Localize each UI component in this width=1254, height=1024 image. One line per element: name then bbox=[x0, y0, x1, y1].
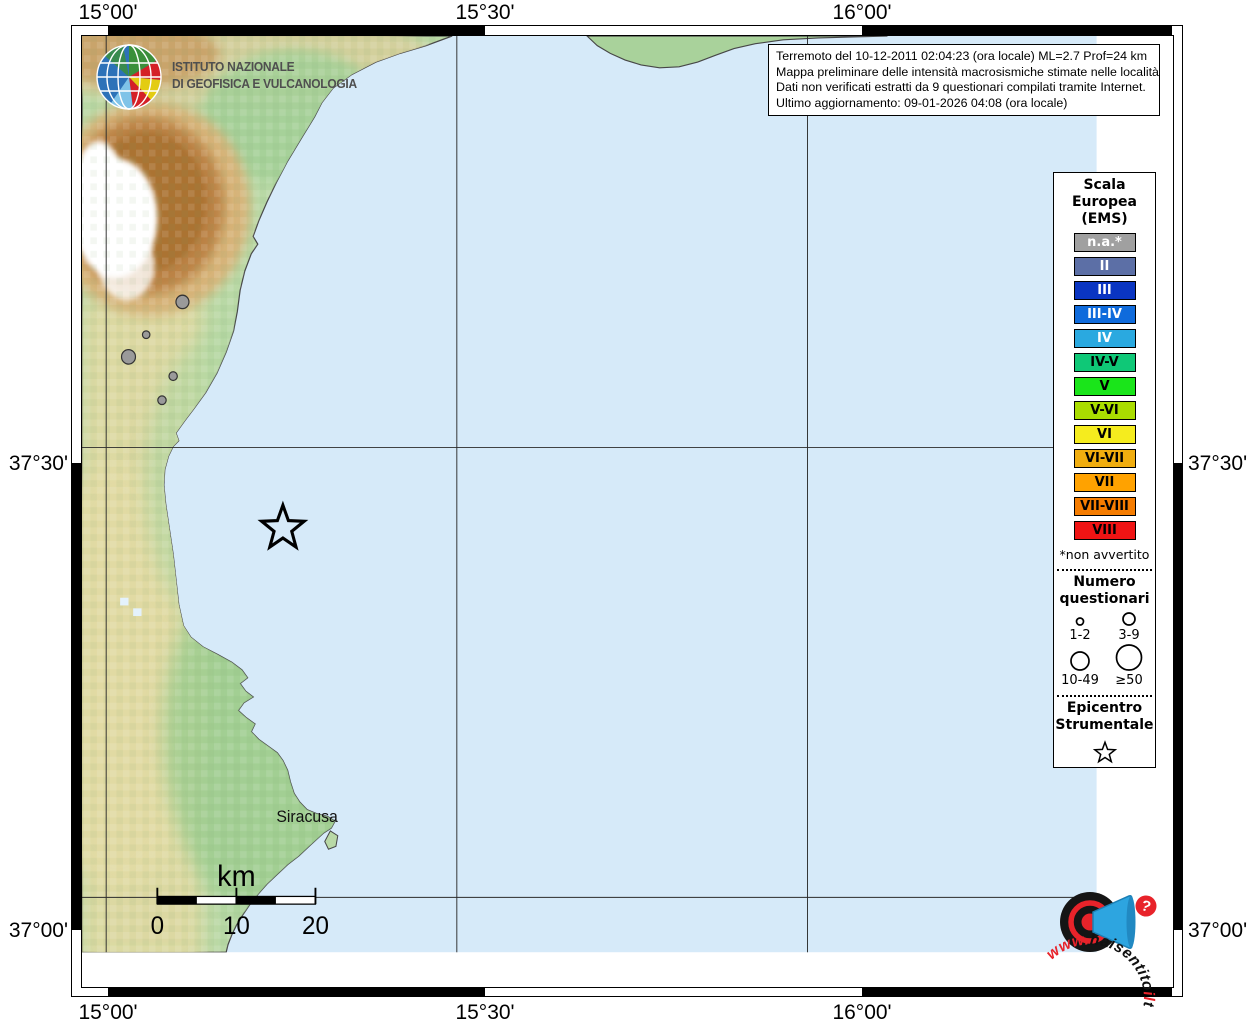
questionnaire-class-label: 3-9 bbox=[1118, 628, 1139, 643]
questionnaire-circle-icon bbox=[1063, 650, 1097, 672]
ems-footnote: *non avvertito bbox=[1060, 547, 1150, 562]
ingv-globe-logo bbox=[95, 43, 165, 113]
ems-swatch-iv: IV bbox=[1074, 329, 1136, 348]
legend-title-line: Europea bbox=[1072, 194, 1137, 211]
ems-swatch-viii: VIII bbox=[1074, 521, 1136, 540]
info-line-data: Dati non verificati estratti da 9 questi… bbox=[776, 80, 1152, 96]
ems-scale: n.a.*IIIIIIII-IVIVIV-VVV-VIVIVI-VIIVIIVI… bbox=[1074, 228, 1136, 540]
questionnaire-class: 10-49 bbox=[1061, 643, 1099, 688]
questionnaire-circle-icon bbox=[1112, 643, 1146, 672]
macroseismic-map-page: km 0 10 20 Siracusa 15°00' 15°30 bbox=[0, 0, 1254, 1024]
info-line-updated: Ultimo aggiornamento: 09-01-2026 04:08 (… bbox=[776, 96, 1152, 112]
questionnaire-class-label: ≥50 bbox=[1115, 673, 1142, 688]
questionnaire-size-legend: 1-2 3-9 10-49 ≥50 bbox=[1057, 611, 1153, 688]
epicenter-legend-star-icon bbox=[1090, 739, 1120, 767]
legend-title-line: Epicentro bbox=[1055, 700, 1153, 717]
ems-swatch-viiviii: VII-VIII bbox=[1074, 497, 1136, 516]
ems-swatch-iii: III bbox=[1074, 281, 1136, 300]
ems-swatch-vvi: V-VI bbox=[1074, 401, 1136, 420]
axis-label-top-16-00: 16°00' bbox=[807, 1, 917, 25]
ems-swatch-na: n.a.* bbox=[1074, 233, 1136, 252]
legend-separator bbox=[1057, 569, 1152, 571]
ingv-logo-line1: ISTITUTO NAZIONALE bbox=[172, 58, 357, 75]
axis-label-left-37-00: 37°00' bbox=[0, 919, 68, 943]
ingv-logo-text: ISTITUTO NAZIONALE DI GEOFISICA E VULCAN… bbox=[172, 58, 357, 92]
legend-title: ScalaEuropea(EMS) bbox=[1072, 177, 1137, 228]
axis-label-bottom-15-00: 15°00' bbox=[53, 1001, 163, 1024]
legend-title-line: Strumentale bbox=[1055, 717, 1153, 734]
legend-title-line: Numero bbox=[1059, 574, 1149, 591]
ems-swatch-ii: II bbox=[1074, 257, 1136, 276]
ems-swatch-ivv: IV-V bbox=[1074, 353, 1136, 372]
logo-url-part: haisentito bbox=[1089, 931, 1156, 992]
ems-swatch-v: V bbox=[1074, 377, 1136, 396]
questionnaire-circle-icon bbox=[1063, 616, 1097, 627]
epicenter-legend-title: EpicentroStrumentale bbox=[1055, 700, 1153, 734]
legend-title-line: (EMS) bbox=[1072, 211, 1137, 228]
questionnaire-class-label: 10-49 bbox=[1061, 673, 1099, 688]
info-line-map: Mappa preliminare delle intensità macros… bbox=[776, 65, 1152, 81]
earthquake-info-box: Terremoto del 10-12-2011 02:04:23 (ora l… bbox=[768, 44, 1160, 116]
haisentitoilterremoto-logo: ? www.haisentitoilterremoto.it bbox=[1007, 842, 1177, 1007]
legend-title-line: questionari bbox=[1059, 591, 1149, 608]
logo-url-part: il bbox=[1140, 991, 1157, 1002]
legend-title-line: Scala bbox=[1072, 177, 1137, 194]
ems-swatch-vii: VII bbox=[1074, 473, 1136, 492]
legend-separator bbox=[1057, 695, 1152, 697]
axis-label-right-37-00: 37°00' bbox=[1188, 919, 1254, 943]
ems-swatch-vivii: VI-VII bbox=[1074, 449, 1136, 468]
axis-label-top-15-30: 15°30' bbox=[430, 1, 540, 25]
ems-swatch-iiiiv: III-IV bbox=[1074, 305, 1136, 324]
legend-panel: ScalaEuropea(EMS) n.a.*IIIIIIII-IVIVIV-V… bbox=[1053, 172, 1156, 768]
questionnaire-legend-title: Numeroquestionari bbox=[1059, 574, 1149, 608]
ems-swatch-vi: VI bbox=[1074, 425, 1136, 444]
info-line-event: Terremoto del 10-12-2011 02:04:23 (ora l… bbox=[776, 49, 1152, 65]
ingv-logo-line2: DI GEOFISICA E VULCANOLOGIA bbox=[172, 75, 357, 92]
axis-label-top-15-00: 15°00' bbox=[53, 1, 163, 25]
questionnaire-class: 1-2 bbox=[1063, 611, 1097, 643]
questionnaire-class: ≥50 bbox=[1112, 643, 1146, 688]
logo-url-part: www. bbox=[1043, 931, 1089, 963]
axis-label-right-37-30: 37°30' bbox=[1188, 452, 1254, 476]
axis-label-bottom-16-00: 16°00' bbox=[807, 1001, 917, 1024]
questionnaire-circle-icon bbox=[1112, 611, 1146, 627]
axis-label-left-37-30: 37°30' bbox=[0, 452, 68, 476]
logo-url-part: terremoto bbox=[1094, 1001, 1157, 1007]
questionnaire-class: 3-9 bbox=[1112, 611, 1146, 643]
questionnaire-class-label: 1-2 bbox=[1069, 628, 1090, 643]
axis-label-bottom-15-30: 15°30' bbox=[430, 1001, 540, 1024]
